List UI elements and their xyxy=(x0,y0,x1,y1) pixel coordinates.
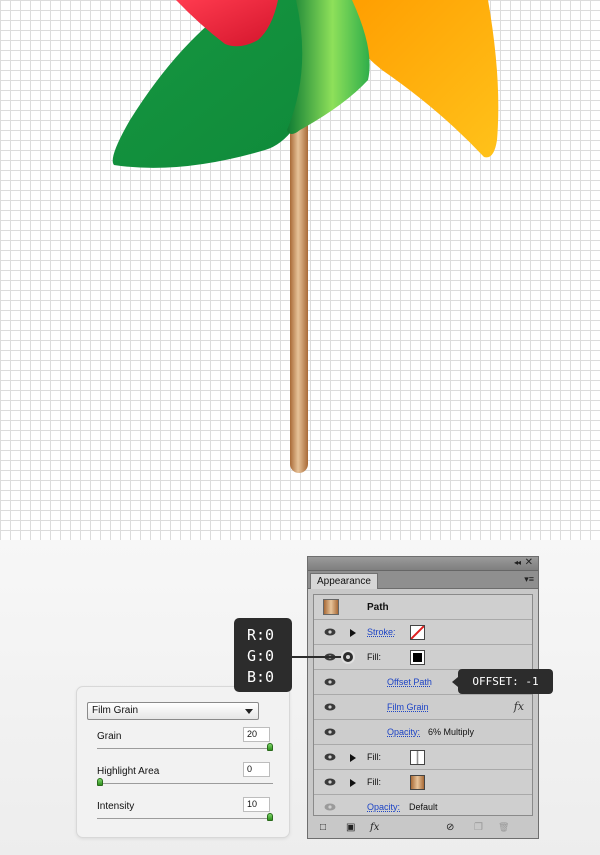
panel-tab-bar: Appearance ▾≡ xyxy=(308,571,538,589)
grain-input[interactable]: 20 xyxy=(243,727,270,742)
inner-opacity-value: 6% Multiply xyxy=(428,727,475,737)
collapse-icon[interactable]: ◂◂ xyxy=(514,558,521,567)
eye-icon[interactable] xyxy=(324,628,336,636)
fill-label: Fill: xyxy=(367,777,381,787)
film-grain-dialog: Film Grain Grain 20 Highlight Area 0 Int… xyxy=(76,686,290,838)
inner-opacity-link[interactable]: Opacity: xyxy=(387,727,420,737)
rgb-callout: R:0 G:0 B:0 xyxy=(234,618,292,692)
highlight-area-label: Highlight Area xyxy=(97,766,160,777)
no-color-slash-icon xyxy=(411,626,424,639)
panel-menu-icon[interactable]: ▾≡ xyxy=(524,574,534,585)
clear-appearance-icon[interactable]: ⊘ xyxy=(446,822,454,833)
offset-callout: OFFSET: -1 xyxy=(452,669,553,694)
add-effect-icon[interactable]: fx xyxy=(370,822,379,833)
eye-icon[interactable] xyxy=(324,778,336,786)
film-grain-row[interactable]: Film Grain fx xyxy=(314,695,532,720)
eye-icon[interactable] xyxy=(324,728,336,736)
expand-triangle-icon[interactable] xyxy=(350,629,356,637)
stick xyxy=(290,105,308,473)
add-new-fill-icon[interactable]: ▣ xyxy=(346,822,355,833)
fill-swatch-gradient-wood[interactable] xyxy=(410,775,425,790)
path-thumbnail xyxy=(323,599,339,615)
eye-icon[interactable] xyxy=(324,678,336,686)
intensity-label: Intensity xyxy=(97,801,135,812)
fx-icon: fx xyxy=(513,700,524,713)
rgb-g-value: G:0 xyxy=(247,647,275,665)
fill-swatch-black[interactable] xyxy=(410,650,425,665)
fill-label: Fill: xyxy=(367,652,381,662)
grain-setting: Grain 20 xyxy=(97,727,277,761)
intensity-slider-track[interactable] xyxy=(97,818,273,819)
filter-dropdown[interactable]: Film Grain xyxy=(87,702,259,720)
rgb-r-value: R:0 xyxy=(247,626,275,644)
artboard-canvas xyxy=(0,0,600,540)
fill-row-wood[interactable]: Fill: xyxy=(314,770,532,795)
appearance-attribute-list: Path Stroke: Fill: Offset Path Film Grai… xyxy=(313,594,533,816)
pinwheel-artwork xyxy=(112,0,499,473)
delete-item-icon[interactable]: 🗑 xyxy=(498,822,509,833)
stroke-label[interactable]: Stroke: xyxy=(367,627,396,637)
eye-icon[interactable] xyxy=(324,703,336,711)
eye-icon[interactable] xyxy=(324,803,336,811)
fill-swatch-gradient-gray[interactable] xyxy=(410,750,425,765)
black-swatch-color xyxy=(413,653,422,662)
expand-triangle-icon[interactable] xyxy=(350,779,356,787)
tab-appearance[interactable]: Appearance xyxy=(310,573,378,589)
expand-triangle-icon[interactable] xyxy=(350,754,356,762)
object-type-label: Path xyxy=(367,602,389,613)
highlight-area-slider-thumb[interactable] xyxy=(97,778,103,786)
offset-path-link[interactable]: Offset Path xyxy=(387,677,432,687)
callout-pointer-dot xyxy=(341,650,355,664)
object-row[interactable]: Path xyxy=(314,595,532,620)
panel-footer: □ ▣ fx ⊘ ❐ 🗑 xyxy=(308,819,538,839)
callout-connector-line xyxy=(292,656,348,658)
eye-icon[interactable] xyxy=(324,753,336,761)
duplicate-item-icon[interactable]: ❐ xyxy=(474,822,483,833)
fill-label: Fill: xyxy=(367,752,381,762)
intensity-input[interactable]: 10 xyxy=(243,797,270,812)
grain-label: Grain xyxy=(97,731,122,742)
panel-title-bar[interactable]: ◂◂ ✕ xyxy=(308,557,538,571)
fill-row-texture[interactable]: Fill: xyxy=(314,745,532,770)
film-grain-link[interactable]: Film Grain xyxy=(387,702,429,712)
opacity-row[interactable]: Opacity: Default xyxy=(314,795,532,820)
stroke-swatch-none[interactable] xyxy=(410,625,425,640)
opacity-value: Default xyxy=(409,802,438,812)
filter-dropdown-value: Film Grain xyxy=(92,705,139,716)
opacity-link[interactable]: Opacity: xyxy=(367,802,400,812)
chevron-down-icon[interactable] xyxy=(245,709,253,714)
stroke-row[interactable]: Stroke: xyxy=(314,620,532,645)
grain-slider-track[interactable] xyxy=(97,748,273,749)
appearance-panel: ◂◂ ✕ Appearance ▾≡ Path Stroke: Fill: Of… xyxy=(307,556,539,839)
intensity-setting: Intensity 10 xyxy=(97,797,277,831)
add-new-stroke-icon[interactable]: □ xyxy=(320,822,326,833)
highlight-area-setting: Highlight Area 0 xyxy=(97,762,277,796)
grain-slider-thumb[interactable] xyxy=(267,743,273,751)
intensity-slider-thumb[interactable] xyxy=(267,813,273,821)
close-icon[interactable]: ✕ xyxy=(525,557,533,568)
highlight-area-slider-track[interactable] xyxy=(97,783,273,784)
highlight-area-input[interactable]: 0 xyxy=(243,762,270,777)
inner-opacity-row[interactable]: Opacity: 6% Multiply xyxy=(314,720,532,745)
rgb-b-value: B:0 xyxy=(247,668,275,686)
